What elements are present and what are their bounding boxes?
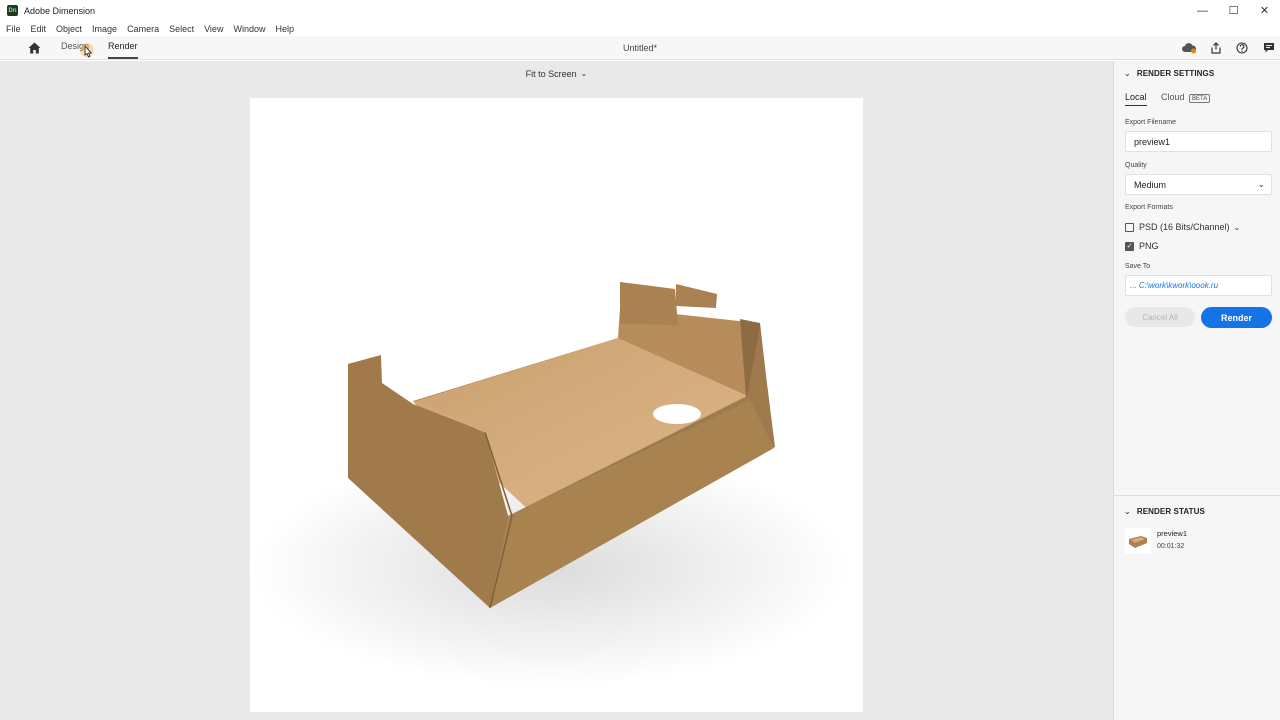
render-canvas[interactable] <box>250 98 863 712</box>
close-button[interactable]: ✕ <box>1249 0 1280 21</box>
tab-local[interactable]: Local <box>1125 92 1147 106</box>
chevron-down-icon[interactable]: ⌄ <box>1234 223 1241 232</box>
menu-view[interactable]: View <box>203 24 224 34</box>
render-item-name: preview1 <box>1157 529 1188 538</box>
feedback-button[interactable] <box>1261 40 1277 56</box>
cloud-icon <box>1182 43 1197 54</box>
psd-label: PSD (16 Bits/Channel) <box>1139 222 1230 232</box>
beta-badge: BETA <box>1189 94 1211 103</box>
box-thumbnail-icon <box>1129 536 1147 548</box>
menu-edit[interactable]: Edit <box>30 24 48 34</box>
menu-camera[interactable]: Camera <box>126 24 160 34</box>
chevron-down-icon: ⌄ <box>1124 507 1131 516</box>
render-item-time: 00:01:32 <box>1157 543 1185 550</box>
save-to-label: Save To <box>1125 263 1151 270</box>
tab-cloud[interactable]: Cloud <box>1161 92 1185 102</box>
home-button[interactable] <box>26 40 42 56</box>
save-to-path[interactable]: ... C:\work\kwork\oook.ru <box>1125 275 1272 296</box>
menu-select[interactable]: Select <box>168 24 195 34</box>
share-icon <box>1211 42 1221 54</box>
export-filename-label: Export Filename <box>1125 119 1176 126</box>
menu-window[interactable]: Window <box>232 24 266 34</box>
right-panel: ⌄ RENDER SETTINGS Local Cloud BETA Expor… <box>1113 61 1280 720</box>
app-logo-icon: Dn <box>7 5 18 16</box>
png-checkbox[interactable]: ✓ <box>1125 241 1134 251</box>
help-icon <box>1236 42 1248 54</box>
chevron-down-icon: ⌄ <box>580 69 588 78</box>
cancel-all-button[interactable]: Cancel All <box>1125 307 1195 327</box>
tab-render[interactable]: Render <box>108 41 138 59</box>
chevron-down-icon: ⌄ <box>1257 179 1265 189</box>
export-filename-input[interactable]: preview1 <box>1125 131 1272 152</box>
render-thumbnail[interactable] <box>1125 528 1151 554</box>
format-png-row[interactable]: ✓ PNG <box>1125 241 1159 251</box>
menu-file[interactable]: File <box>5 24 22 34</box>
toolbar: Design Render Untitled* <box>0 36 1280 60</box>
chevron-down-icon: ⌄ <box>1124 69 1131 78</box>
zoom-dropdown[interactable]: Fit to Screen ⌄ <box>0 61 1113 86</box>
title-bar: Dn Adobe Dimension — ☐ ✕ <box>0 0 1280 21</box>
export-formats-label: Export Formats <box>1125 204 1173 211</box>
cardboard-box-render <box>250 282 850 688</box>
quality-label: Quality <box>1125 162 1147 169</box>
panel-divider <box>1114 495 1280 496</box>
viewport[interactable]: Fit to Screen ⌄ <box>0 61 1113 720</box>
window-controls: — ☐ ✕ <box>1187 0 1280 21</box>
maximize-button[interactable]: ☐ <box>1218 0 1249 21</box>
minimize-button[interactable]: — <box>1187 0 1218 21</box>
mouse-cursor-icon <box>80 43 94 58</box>
menu-help[interactable]: Help <box>274 24 295 34</box>
format-psd-row[interactable]: PSD (16 Bits/Channel) ⌄ <box>1125 222 1240 232</box>
menu-bar: File Edit Object Image Camera Select Vie… <box>0 21 1280 36</box>
png-label: PNG <box>1139 241 1159 251</box>
zoom-label: Fit to Screen <box>525 68 577 79</box>
menu-object[interactable]: Object <box>55 24 83 34</box>
cloud-sync-button[interactable] <box>1181 40 1197 56</box>
render-settings-header[interactable]: ⌄ RENDER SETTINGS <box>1124 69 1214 78</box>
home-icon <box>28 42 40 54</box>
share-button[interactable] <box>1208 40 1224 56</box>
help-button[interactable] <box>1234 40 1250 56</box>
menu-image[interactable]: Image <box>91 24 118 34</box>
document-title: Untitled* <box>622 43 658 53</box>
render-status-header[interactable]: ⌄ RENDER STATUS <box>1124 507 1205 516</box>
app-title: Adobe Dimension <box>24 5 96 16</box>
feedback-icon <box>1264 43 1274 53</box>
render-button[interactable]: Render <box>1201 307 1272 328</box>
psd-checkbox[interactable] <box>1125 222 1134 232</box>
quality-select[interactable]: Medium ⌄ <box>1125 174 1272 195</box>
